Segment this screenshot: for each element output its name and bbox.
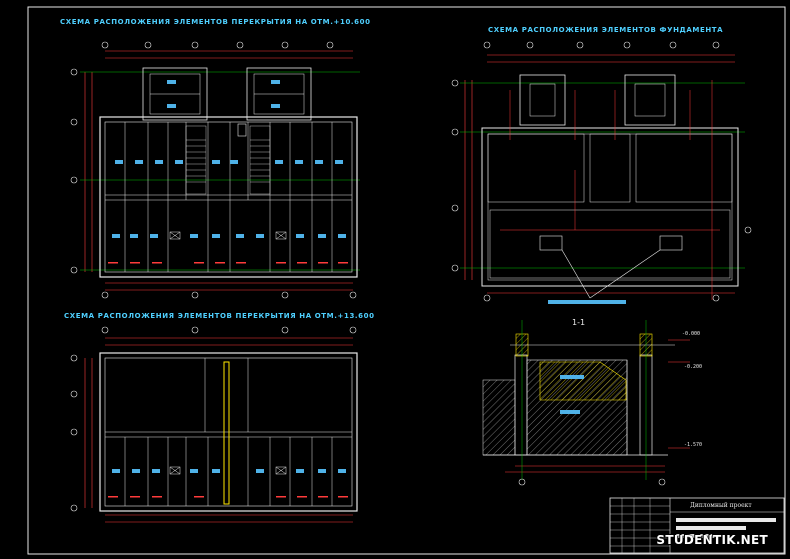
drawing-sheet[interactable]	[0, 0, 790, 559]
elevation-top: -0.000	[682, 331, 701, 337]
section-label: 1-1	[572, 318, 586, 327]
title-foundation: СХЕМА РАСПОЛОЖЕНИЯ ЭЛЕМЕНТОВ ФУНДАМЕНТА	[488, 26, 724, 34]
elevation-mid: -0.200	[684, 364, 703, 370]
watermark: STUDENTIK.NET	[656, 533, 768, 547]
elevation-bottom: -1.570	[684, 442, 703, 448]
stamp-project-name: Дипломный проект	[690, 502, 752, 509]
plan-floor-13[interactable]	[70, 326, 358, 523]
title-floor-13: СХЕМА РАСПОЛОЖЕНИЯ ЭЛЕМЕНТОВ ПЕРЕКРЫТИЯ …	[64, 312, 375, 320]
sheet-frame	[27, 6, 786, 555]
plan-floor-10[interactable]	[70, 41, 360, 299]
plan-foundation[interactable]	[451, 41, 752, 304]
title-floor-10: СХЕМА РАСПОЛОЖЕНИЯ ЭЛЕМЕНТОВ ПЕРЕКРЫТИЯ …	[60, 18, 371, 26]
section-1-1[interactable]	[482, 320, 690, 486]
